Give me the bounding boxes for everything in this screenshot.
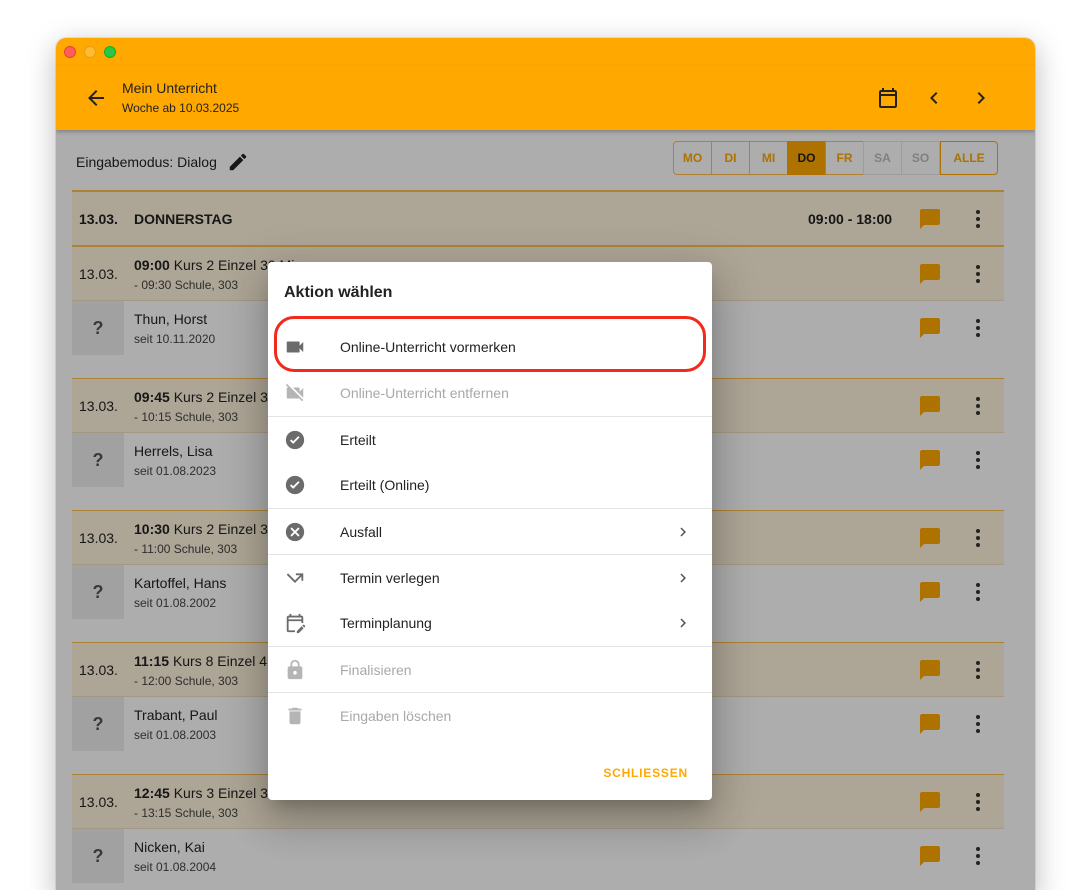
menu-item-online-unterricht-entfernen: Online-Unterricht entfernen bbox=[268, 370, 712, 416]
close-window-button[interactable] bbox=[64, 46, 76, 58]
videocam-icon bbox=[286, 341, 304, 353]
calendar-icon[interactable] bbox=[876, 86, 900, 110]
close-dialog-button[interactable]: SCHLIESSEN bbox=[603, 766, 688, 780]
action-dialog: Aktion wählen Online-Unterricht vormerke… bbox=[268, 262, 712, 800]
menu-item-online-unterricht-vormerken[interactable]: Online-Unterricht vormerken bbox=[268, 324, 712, 370]
menu-item-label: Ausfall bbox=[340, 523, 383, 540]
menu-item-eingaben-löschen: Eingaben löschen bbox=[268, 692, 712, 738]
menu-item-label: Termin verlegen bbox=[340, 569, 440, 586]
menu-item-termin-verlegen[interactable]: Termin verlegen bbox=[268, 554, 712, 600]
videocam-off-icon bbox=[285, 383, 304, 402]
menu-item-erteilt-online[interactable]: Erteilt (Online) bbox=[268, 462, 712, 508]
menu-item-erteilt[interactable]: Erteilt bbox=[268, 416, 712, 462]
menu-item-label: Terminplanung bbox=[340, 615, 432, 631]
action-menu: Online-Unterricht vormerken Online-Unterr… bbox=[268, 324, 712, 738]
back-arrow-icon[interactable] bbox=[84, 86, 108, 110]
menu-item-label: Eingaben löschen bbox=[340, 707, 452, 724]
page-subtitle: Woche ab 10.03.2025 bbox=[122, 101, 240, 115]
menu-item-label: Erteilt bbox=[340, 431, 376, 448]
call-missed-outgoing-icon bbox=[286, 572, 304, 583]
lock-icon bbox=[287, 659, 303, 679]
menu-item-ausfall[interactable]: Ausfall bbox=[268, 508, 712, 554]
trash-icon bbox=[288, 707, 302, 724]
chevron-left-icon[interactable] bbox=[922, 86, 946, 110]
dialog-title: Aktion wählen bbox=[284, 284, 393, 301]
window-titlebar bbox=[56, 38, 1035, 66]
minimize-window-button[interactable] bbox=[84, 46, 96, 58]
page-title: Mein Unterricht bbox=[122, 80, 217, 96]
zoom-window-button[interactable] bbox=[104, 46, 116, 58]
chevron-right-icon bbox=[680, 527, 686, 536]
chevron-right-icon bbox=[680, 573, 686, 582]
menu-item-label: Online-Unterricht vormerken bbox=[340, 339, 516, 355]
chevron-right-icon[interactable] bbox=[969, 86, 993, 110]
cancel-circle-icon bbox=[285, 522, 305, 541]
chevron-right-icon bbox=[680, 618, 686, 628]
menu-item-label: Finalisieren bbox=[340, 661, 412, 678]
check-circle-icon bbox=[285, 430, 305, 449]
app-bar: Mein Unterricht Woche ab 10.03.2025 bbox=[56, 66, 1035, 130]
check-circle-icon bbox=[285, 475, 305, 495]
menu-item-finalisieren: Finalisieren bbox=[268, 646, 712, 692]
edit-calendar-icon bbox=[286, 613, 306, 634]
menu-item-label: Online-Unterricht entfernen bbox=[340, 385, 509, 401]
menu-item-label: Erteilt (Online) bbox=[340, 477, 430, 493]
menu-item-terminplanung[interactable]: Terminplanung bbox=[268, 600, 712, 646]
